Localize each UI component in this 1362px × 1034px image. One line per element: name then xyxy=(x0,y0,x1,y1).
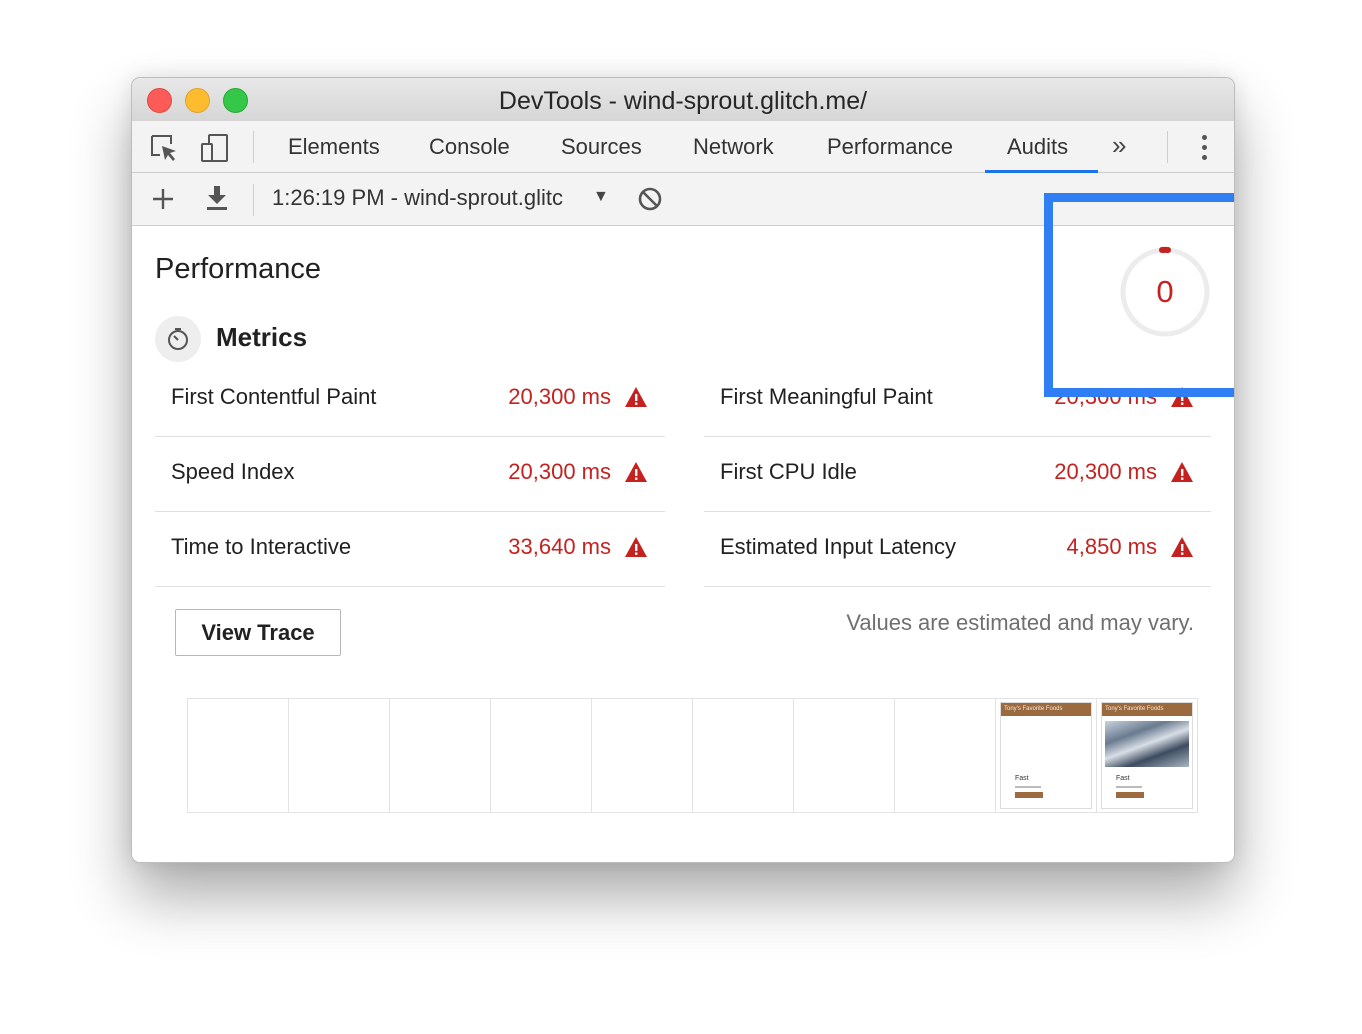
toolbar-divider xyxy=(253,131,254,163)
estimate-disclaimer: Values are estimated and may vary. xyxy=(846,610,1194,635)
device-toolbar-icon[interactable] xyxy=(200,133,230,163)
inspect-element-icon[interactable] xyxy=(149,133,179,163)
metric-label: First Meaningful Paint xyxy=(720,384,933,409)
metric-label: Speed Index xyxy=(171,459,295,484)
filmstrip-frame xyxy=(289,699,390,812)
devtools-window: DevTools - wind-sprout.glitch.me/ Elemen… xyxy=(131,77,1235,863)
metric-value: 20,300 ms xyxy=(508,384,611,409)
plus-icon[interactable] xyxy=(151,187,175,211)
tab-network[interactable]: Network xyxy=(693,134,774,160)
filmstrip-frame xyxy=(895,699,996,812)
filmstrip-frame xyxy=(794,699,895,812)
warning-icon xyxy=(625,387,647,407)
tab-elements[interactable]: Elements xyxy=(288,134,380,160)
page-thumbnail: Tony's Favorite Foods Fast xyxy=(1000,702,1092,809)
metric-value: 33,640 ms xyxy=(508,534,611,559)
metric-row: Time to Interactive 33,640 ms xyxy=(155,512,665,587)
warning-icon xyxy=(625,537,647,557)
metric-row: First Contentful Paint 20,300 ms xyxy=(155,362,665,437)
main-toolbar: Elements Console Sources Network Perform… xyxy=(132,121,1234,173)
metric-row: First CPU Idle 20,300 ms xyxy=(704,437,1211,512)
filmstrip: Tony's Favorite Foods Fast Tony's Favori… xyxy=(187,698,1198,813)
metrics-icon-badge xyxy=(155,316,201,362)
metric-label: First Contentful Paint xyxy=(171,384,377,409)
metrics-heading: Metrics xyxy=(216,322,308,352)
report-select[interactable]: 1:26:19 PM - wind-sprout.glitc xyxy=(272,185,563,211)
metric-row: Speed Index 20,300 ms xyxy=(155,437,665,512)
filmstrip-frame xyxy=(188,699,289,812)
toolbar-divider xyxy=(253,184,254,216)
audit-report: Performance 0 Metrics First Contentful P… xyxy=(132,193,1234,862)
metric-label: First CPU Idle xyxy=(720,459,857,484)
metric-label: Time to Interactive xyxy=(171,534,352,559)
warning-icon xyxy=(1171,537,1193,557)
download-icon[interactable] xyxy=(205,185,229,211)
filmstrip-frame xyxy=(693,699,794,812)
filmstrip-frame: Tony's Favorite Foods Fast xyxy=(996,699,1097,812)
filmstrip-frame: Tony's Favorite Foods Fast xyxy=(1097,699,1197,812)
filmstrip-frame xyxy=(491,699,592,812)
title-bar: DevTools - wind-sprout.glitch.me/ xyxy=(132,78,1234,121)
clear-all-icon[interactable] xyxy=(637,186,663,212)
filmstrip-frame xyxy=(592,699,693,812)
customize-menu-icon[interactable] xyxy=(1200,133,1208,163)
fish-image xyxy=(1105,721,1189,767)
more-tabs-button[interactable]: » xyxy=(1112,130,1126,161)
thumbnail-caption: Fast xyxy=(1015,775,1029,782)
metric-value: 20,300 ms xyxy=(1054,459,1157,484)
page-thumbnail: Tony's Favorite Foods Fast xyxy=(1101,702,1193,809)
stopwatch-icon xyxy=(168,328,188,350)
dropdown-arrow-icon[interactable]: ▼ xyxy=(593,188,609,206)
tab-console[interactable]: Console xyxy=(429,134,510,160)
window-title: DevTools - wind-sprout.glitch.me/ xyxy=(498,87,868,115)
metric-row: Estimated Input Latency 4,850 ms xyxy=(704,512,1211,587)
tab-sources[interactable]: Sources xyxy=(561,134,642,160)
view-trace-button[interactable]: View Trace xyxy=(175,609,341,656)
tab-audits[interactable]: Audits xyxy=(1007,134,1068,160)
thumbnail-header: Tony's Favorite Foods xyxy=(1001,703,1091,716)
metric-label: Estimated Input Latency xyxy=(720,534,957,559)
toolbar-divider xyxy=(1167,131,1168,163)
metric-value: 4,850 ms xyxy=(1066,534,1158,559)
score-highlight-box xyxy=(1044,193,1234,397)
thumbnail-header: Tony's Favorite Foods xyxy=(1102,703,1192,716)
category-title: Performance xyxy=(155,253,322,285)
tab-performance[interactable]: Performance xyxy=(827,134,953,160)
thumbnail-caption: Fast xyxy=(1116,775,1130,782)
metric-value: 20,300 ms xyxy=(508,459,611,484)
warning-icon xyxy=(625,462,647,482)
filmstrip-frame xyxy=(390,699,491,812)
warning-icon xyxy=(1171,462,1193,482)
